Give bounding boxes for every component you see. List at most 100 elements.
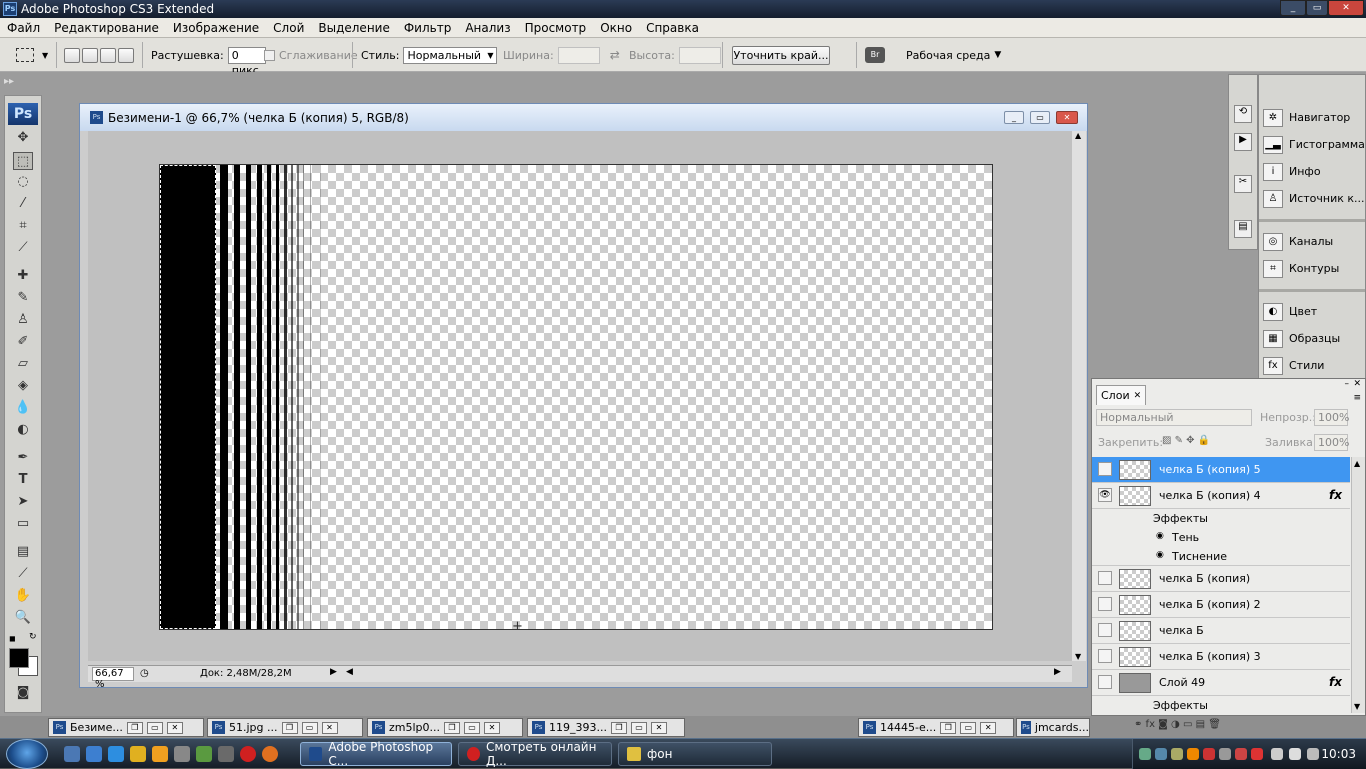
menu-help[interactable]: Справка	[639, 21, 706, 35]
minimized-doc[interactable]: Ps zm5lp0... ❐ ▭ ✕	[367, 718, 523, 737]
eye-icon[interactable]: ◉	[1156, 531, 1164, 541]
blend-mode-select[interactable]: Нормальный	[1096, 409, 1252, 426]
panel-color[interactable]: ◐ Цвет	[1259, 298, 1365, 325]
restore-icon[interactable]: ❐	[126, 721, 143, 734]
swap-colors-icon[interactable]: ↻	[29, 632, 37, 642]
panel-histogram[interactable]: ▁▃ Гистограмма	[1259, 131, 1365, 158]
close-icon[interactable]: ✕	[980, 721, 997, 734]
refine-edge-button[interactable]: Уточнить край...	[732, 45, 830, 65]
marquee-tool-icon[interactable]: ⬚	[13, 152, 33, 170]
blur-tool-icon[interactable]: 💧	[13, 399, 33, 417]
eye-icon[interactable]: ◉	[1156, 550, 1164, 560]
visibility-toggle[interactable]	[1098, 462, 1112, 476]
close-button[interactable]: ✕	[1328, 0, 1364, 16]
fill-input[interactable]: 100%	[1314, 434, 1349, 451]
visibility-toggle[interactable]	[1098, 597, 1112, 611]
visibility-toggle[interactable]	[1098, 675, 1112, 689]
tab-layers[interactable]: Слои ✕	[1096, 385, 1147, 405]
maximize-button[interactable]: ▭	[1306, 0, 1328, 16]
panel-clone-source[interactable]: ♙ Источник к...	[1259, 185, 1365, 212]
tray-icon[interactable]	[1155, 748, 1167, 760]
maximize-icon[interactable]: ▭	[301, 721, 318, 734]
effects-row[interactable]: Эффекты	[1092, 509, 1350, 528]
minimized-doc[interactable]: Ps Безиме... ❐ ▭ ✕	[48, 718, 204, 737]
menu-view[interactable]: Просмотр	[518, 21, 594, 35]
notes-tool-icon[interactable]: ▤	[13, 543, 33, 561]
minimized-doc[interactable]: Ps 51.jpg ... ❐ ▭ ✕	[207, 718, 363, 737]
pen-tool-icon[interactable]: ✒	[13, 449, 33, 467]
effect-row[interactable]: ◉ Тень	[1092, 528, 1350, 547]
menu-select[interactable]: Выделение	[311, 21, 396, 35]
foreground-color-swatch[interactable]	[9, 648, 29, 668]
fx-icon[interactable]: fx	[1329, 675, 1342, 689]
opacity-input[interactable]: 100%	[1314, 409, 1349, 426]
close-icon[interactable]: ✕	[484, 721, 501, 734]
paint-bucket-tool-icon[interactable]: ◈	[13, 377, 33, 395]
width-input[interactable]	[557, 46, 600, 64]
path-selection-tool-icon[interactable]: ➤	[13, 493, 33, 511]
canvas[interactable]: +	[159, 164, 993, 630]
visibility-toggle[interactable]	[1098, 649, 1112, 663]
network-icon[interactable]	[1307, 748, 1319, 760]
rectangle-shape-tool-icon[interactable]: ▭	[13, 515, 33, 533]
default-colors-icon[interactable]: ◼	[9, 634, 16, 643]
layer-row[interactable]: челка Б (копия) 3	[1092, 644, 1350, 670]
close-icon[interactable]: ✕	[321, 721, 338, 734]
layer-comps-icon[interactable]: ▤	[1234, 220, 1252, 238]
minimized-doc[interactable]: Ps jmcards...	[1016, 718, 1090, 737]
media-player-icon[interactable]	[152, 746, 168, 762]
start-button[interactable]	[6, 739, 48, 769]
tray-icon[interactable]	[1187, 748, 1199, 760]
restore-icon[interactable]: ❐	[281, 721, 298, 734]
volume-icon[interactable]	[1289, 748, 1301, 760]
layers-footer-icons[interactable]: ⚭ fx ◙ ◑ ▭ ▤ 🗑	[1134, 719, 1221, 730]
bridge-icon[interactable]: Br	[865, 47, 885, 63]
height-input[interactable]	[678, 46, 721, 64]
panel-paths[interactable]: ⌗ Контуры	[1259, 255, 1365, 282]
panel-info[interactable]: i Инфо	[1259, 158, 1365, 185]
layer-row[interactable]: челка Б (копия)	[1092, 566, 1350, 592]
eyedropper-tool-icon[interactable]: ⟋	[13, 565, 33, 583]
maximize-icon[interactable]: ▭	[960, 721, 977, 734]
taskbar-folder[interactable]: фон	[618, 742, 772, 766]
tray-icon[interactable]	[1203, 748, 1215, 760]
new-selection-icon[interactable]	[64, 47, 80, 63]
effects-row[interactable]: Эффекты	[1092, 696, 1350, 715]
status-menu-arrow-icon[interactable]: ▶	[330, 667, 337, 677]
scroll-up-icon[interactable]: ▲	[1075, 131, 1081, 140]
close-icon[interactable]: ✕	[1134, 391, 1142, 401]
slice-tool-icon[interactable]: ⟋	[13, 239, 33, 257]
history-icon[interactable]: ⟲	[1234, 105, 1252, 123]
panel-navigator[interactable]: ✲ Навигатор	[1259, 104, 1365, 131]
restore-icon[interactable]: ❐	[444, 721, 461, 734]
minimized-doc[interactable]: Ps 14445-e... ❐ ▭ ✕	[858, 718, 1014, 737]
menu-edit[interactable]: Редактирование	[47, 21, 166, 35]
panel-swatches[interactable]: ▦ Образцы	[1259, 325, 1365, 352]
menu-file[interactable]: Файл	[0, 21, 47, 35]
scroll-right-icon[interactable]: ▶	[1054, 667, 1061, 677]
clone-stamp-tool-icon[interactable]: ♙	[13, 311, 33, 329]
vertical-scrollbar[interactable]: ▲ ▼	[1072, 131, 1086, 661]
zoom-field[interactable]: 66,67 %	[92, 667, 134, 690]
intersect-selection-icon[interactable]	[118, 47, 134, 63]
tray-icon[interactable]	[1171, 748, 1183, 760]
mail-icon[interactable]	[262, 746, 278, 762]
restore-icon[interactable]: ❐	[940, 721, 957, 734]
show-desktop-icon[interactable]	[64, 746, 80, 762]
eraser-tool-icon[interactable]: ▱	[13, 355, 33, 373]
maximize-icon[interactable]: ▭	[464, 721, 481, 734]
folder-icon[interactable]	[130, 746, 146, 762]
layer-row[interactable]: челка Б	[1092, 618, 1350, 644]
expand-icon[interactable]: ▸▸	[4, 76, 14, 87]
layer-row[interactable]: Слой 49 fx	[1092, 670, 1350, 696]
panel-menu-icon[interactable]: ≡	[1353, 393, 1361, 403]
app-icon[interactable]	[218, 746, 234, 762]
app-icon[interactable]	[174, 746, 190, 762]
tray-icon[interactable]	[1139, 748, 1151, 760]
tray-icon[interactable]	[1235, 748, 1247, 760]
workspace-menu[interactable]: Рабочая среда	[906, 49, 990, 62]
brush-tool-icon[interactable]: ✎	[13, 289, 33, 307]
healing-brush-tool-icon[interactable]: ✚	[13, 267, 33, 285]
history-brush-tool-icon[interactable]: ✐	[13, 333, 33, 351]
scroll-up-icon[interactable]: ▲	[1354, 459, 1360, 468]
